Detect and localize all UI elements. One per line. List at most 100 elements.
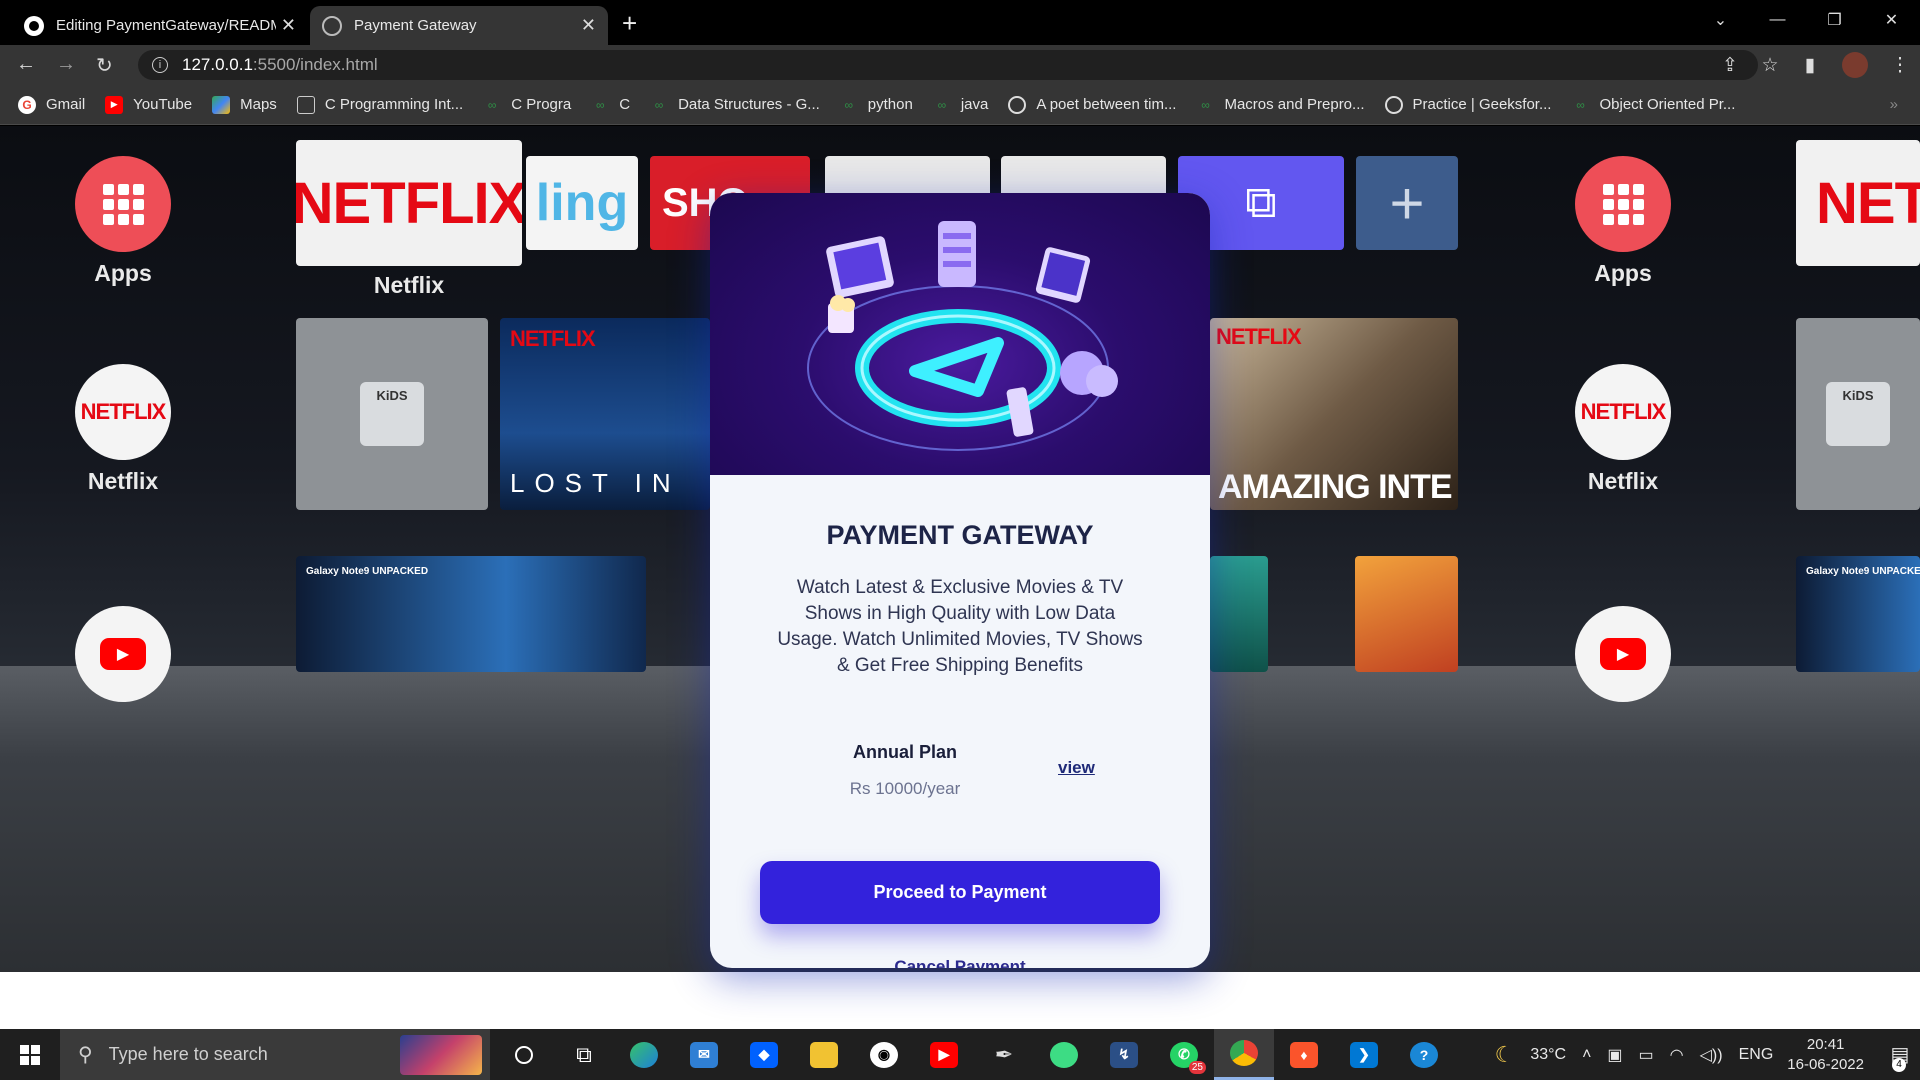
- plan-price: Rs 10000/year: [849, 779, 961, 798]
- netflix-kids-tile: KiDS: [1796, 318, 1920, 510]
- star-icon[interactable]: ☆: [1750, 54, 1790, 77]
- language-indicator[interactable]: ENG: [1739, 1046, 1774, 1064]
- view-plan-link[interactable]: view: [1058, 758, 1095, 778]
- site-icon: [296, 95, 315, 114]
- page-bottom-strip: [0, 972, 1920, 1029]
- url-host: 127.0.0.1: [182, 55, 253, 74]
- close-window-button[interactable]: ✕: [1863, 0, 1920, 40]
- edge-icon: [630, 1041, 658, 1068]
- notification-badge: 25: [1188, 1061, 1206, 1074]
- vscode-app[interactable]: ❯: [1334, 1029, 1394, 1080]
- menu-icon[interactable]: ⋮: [1880, 54, 1920, 77]
- share-icon[interactable]: ⇪: [1710, 54, 1750, 77]
- dropbox-app[interactable]: ◆: [734, 1029, 794, 1080]
- volume-icon[interactable]: ◁)): [1700, 1045, 1723, 1065]
- netflix-circle-icon: NETFLIX: [75, 364, 171, 460]
- minimize-button[interactable]: —: [1749, 0, 1806, 40]
- meet-icon[interactable]: ▣: [1607, 1045, 1622, 1065]
- bookmark-oop[interactable]: ∞ Object Oriented Pr...: [1571, 96, 1735, 114]
- chevron-right-icon[interactable]: »: [1890, 96, 1898, 113]
- android-studio-app[interactable]: [1034, 1029, 1094, 1080]
- tab-payment-gateway[interactable]: Payment Gateway ✕: [310, 6, 608, 45]
- netflix-tile: NETFLIX: [1796, 140, 1920, 266]
- chevron-down-icon[interactable]: ⌄: [1692, 0, 1749, 40]
- gfg-icon: ∞: [487, 97, 497, 112]
- bookmark-practice[interactable]: Practice | Geeksfor...: [1384, 95, 1551, 114]
- youtube-icon: ▶: [105, 95, 124, 114]
- bookmark-java[interactable]: ∞ java: [933, 96, 989, 114]
- bookmark-c-progra[interactable]: ∞ C Progra: [483, 96, 571, 114]
- remote-icon: ↯: [1110, 1041, 1138, 1068]
- github-desktop-app[interactable]: ◉: [854, 1029, 914, 1080]
- close-icon[interactable]: ✕: [281, 15, 296, 36]
- restore-button[interactable]: ❐: [1806, 0, 1863, 40]
- bookmarks-bar: G Gmail ▶ YouTube Maps C Programming Int..…: [0, 85, 1920, 125]
- payment-card: PAYMENT GATEWAY Watch Latest & Exclusive…: [710, 193, 1210, 968]
- clock[interactable]: 20:41 16-06-2022: [1787, 1035, 1864, 1075]
- file-explorer-app[interactable]: [794, 1029, 854, 1080]
- taskbar-search[interactable]: ⚲ Type here to search: [60, 1029, 490, 1080]
- remote-desktop-app[interactable]: ↯: [1094, 1029, 1154, 1080]
- bookmark-c-programming[interactable]: C Programming Int...: [296, 95, 463, 114]
- forward-button[interactable]: →: [56, 53, 76, 76]
- task-view-button[interactable]: ⧉: [554, 1029, 614, 1080]
- cancel-payment-link[interactable]: Cancel Payment: [710, 957, 1210, 968]
- hero-illustration: [710, 193, 1210, 475]
- bookmark-c[interactable]: ∞ C: [591, 96, 630, 114]
- temperature[interactable]: 33°C: [1530, 1046, 1566, 1064]
- bookmark-gmail[interactable]: G Gmail: [18, 95, 85, 114]
- mail-icon: ✉: [690, 1041, 718, 1068]
- whatsapp-app[interactable]: ✆ 25: [1154, 1029, 1214, 1080]
- profile-avatar[interactable]: [1842, 52, 1868, 78]
- start-button[interactable]: [0, 1029, 60, 1080]
- notification-center-button[interactable]: ▤ 4: [1880, 1029, 1920, 1080]
- bookmark-data-structures[interactable]: ∞ Data Structures - G...: [650, 96, 820, 114]
- chevron-up-icon[interactable]: ˄: [1582, 1046, 1591, 1064]
- globe-icon: [1008, 95, 1027, 114]
- folder-icon: [810, 1041, 838, 1068]
- cortana-button[interactable]: [494, 1029, 554, 1080]
- clock-date: 16-06-2022: [1787, 1055, 1864, 1073]
- github-icon: ◉: [870, 1041, 898, 1068]
- netflix-circle-icon: NETFLIX: [1575, 364, 1671, 460]
- vscode-icon: ❯: [1350, 1041, 1378, 1068]
- netflix-label: Netflix: [1587, 468, 1659, 494]
- proceed-to-payment-button[interactable]: Proceed to Payment: [760, 861, 1160, 924]
- bookmark-a-poet[interactable]: A poet between tim...: [1008, 95, 1176, 114]
- side-panel-icon[interactable]: ▮: [1790, 54, 1830, 77]
- tab-bar: Editing PaymentGateway/README ✕ Payment …: [0, 0, 1920, 45]
- notification-count: 4: [1892, 1058, 1906, 1072]
- gfg-icon: ∞: [844, 97, 854, 112]
- back-button[interactable]: ←: [16, 53, 36, 76]
- brave-app[interactable]: ♦: [1274, 1029, 1334, 1080]
- lost-in-space-tile: NETFLIX LOST IN: [500, 318, 710, 510]
- sling-tile: ling: [526, 156, 638, 250]
- info-icon[interactable]: i: [152, 57, 168, 73]
- chrome-app[interactable]: [1214, 1029, 1274, 1080]
- android-icon: [1050, 1041, 1078, 1068]
- reload-button[interactable]: ↻: [96, 53, 113, 78]
- bookmark-python[interactable]: ∞ python: [840, 96, 913, 114]
- gfg-icon: ∞: [1576, 97, 1585, 112]
- close-icon[interactable]: ✕: [581, 15, 596, 36]
- wifi-icon[interactable]: ◠: [1670, 1045, 1684, 1065]
- weather-icon[interactable]: ☾: [1495, 1042, 1515, 1068]
- bookmark-youtube[interactable]: ▶ YouTube: [105, 95, 192, 114]
- netflix-tile: NETFLIX: [296, 140, 522, 266]
- brave-icon: ♦: [1290, 1041, 1318, 1068]
- youtube-app[interactable]: ▶: [914, 1029, 974, 1080]
- task-view-icon: ⧉: [576, 1041, 592, 1067]
- bookmark-macros[interactable]: ∞ Macros and Prepro...: [1196, 96, 1364, 114]
- bookmark-maps[interactable]: Maps: [212, 95, 277, 114]
- battery-icon[interactable]: ▭: [1639, 1045, 1654, 1065]
- mail-app[interactable]: ✉: [674, 1029, 734, 1080]
- help-app[interactable]: ?: [1394, 1029, 1454, 1080]
- inkscape-app[interactable]: ✒: [974, 1029, 1034, 1080]
- address-bar[interactable]: i 127.0.0.1:5500/index.html: [138, 50, 1758, 80]
- tab-title: Editing PaymentGateway/README: [56, 17, 276, 34]
- system-tray: ☾ 33°C ˄ ▣ ▭ ◠ ◁)) ENG 20:41 16-06-2022 …: [1487, 1029, 1920, 1080]
- new-tab-button[interactable]: +: [622, 8, 637, 39]
- tab-github-readme[interactable]: Editing PaymentGateway/README ✕: [12, 6, 308, 45]
- edge-app[interactable]: [614, 1029, 674, 1080]
- apps-grid-icon: [1575, 156, 1671, 252]
